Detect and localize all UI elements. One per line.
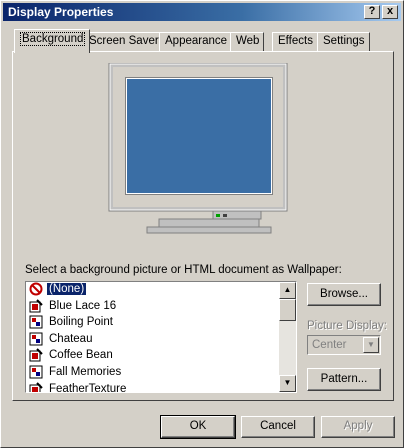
tab-effects[interactable]: Effects: [272, 32, 318, 52]
monitor-screen: [127, 79, 271, 193]
paint-bitmap-icon: [29, 298, 43, 313]
help-button[interactable]: ?: [364, 5, 380, 19]
tab-web[interactable]: Web: [230, 32, 265, 52]
browse-button[interactable]: Browse...: [307, 283, 381, 306]
bitmap-icon: [29, 332, 43, 346]
monitor-preview: [108, 63, 288, 234]
list-item[interactable]: FeatherTexture: [26, 381, 278, 392]
list-item[interactable]: (None): [26, 282, 278, 299]
bitmap-icon: [29, 365, 43, 379]
ok-button[interactable]: OK: [160, 415, 236, 439]
wallpaper-label: Select a background picture or HTML docu…: [25, 264, 342, 276]
tab-appearance[interactable]: Appearance: [159, 32, 233, 52]
tab-screen-saver[interactable]: Screen Saver: [83, 32, 164, 52]
title-bar[interactable]: Display Properties ? x: [3, 3, 401, 21]
paint-bitmap-icon: [29, 381, 43, 392]
tab-label: Background: [20, 32, 86, 46]
picture-display-value: Center: [312, 339, 347, 351]
picture-display-label: Picture Display:: [307, 320, 387, 332]
wallpaper-listbox[interactable]: (None) Blue Lace 16 Boiling Point Chatea…: [25, 281, 297, 393]
pattern-button[interactable]: Pattern...: [307, 368, 381, 391]
tab-settings[interactable]: Settings: [317, 32, 370, 52]
chevron-down-icon[interactable]: ▼: [363, 337, 379, 353]
list-item[interactable]: Boiling Point: [26, 315, 278, 332]
display-properties-window: Display Properties ? x Background Screen…: [0, 0, 404, 448]
list-item[interactable]: Blue Lace 16: [26, 298, 278, 316]
no-symbol-icon: [29, 282, 43, 296]
paint-bitmap-icon: [29, 348, 43, 362]
vertical-scrollbar[interactable]: ▲ ▼: [279, 282, 296, 392]
tab-background[interactable]: Background: [14, 29, 91, 53]
bitmap-icon: [29, 315, 43, 329]
scroll-thumb[interactable]: [279, 299, 296, 321]
window-title: Display Properties: [8, 5, 114, 19]
cancel-button[interactable]: Cancel: [241, 416, 315, 438]
close-button[interactable]: x: [382, 5, 398, 19]
list-item[interactable]: Fall Memories: [26, 365, 278, 382]
scroll-down-button[interactable]: ▼: [279, 375, 296, 392]
list-item[interactable]: Coffee Bean: [26, 348, 278, 365]
picture-display-select[interactable]: Center ▼: [307, 335, 381, 355]
scroll-up-button[interactable]: ▲: [279, 282, 296, 299]
apply-button[interactable]: Apply: [321, 416, 395, 438]
list-item[interactable]: Chateau: [26, 332, 278, 349]
